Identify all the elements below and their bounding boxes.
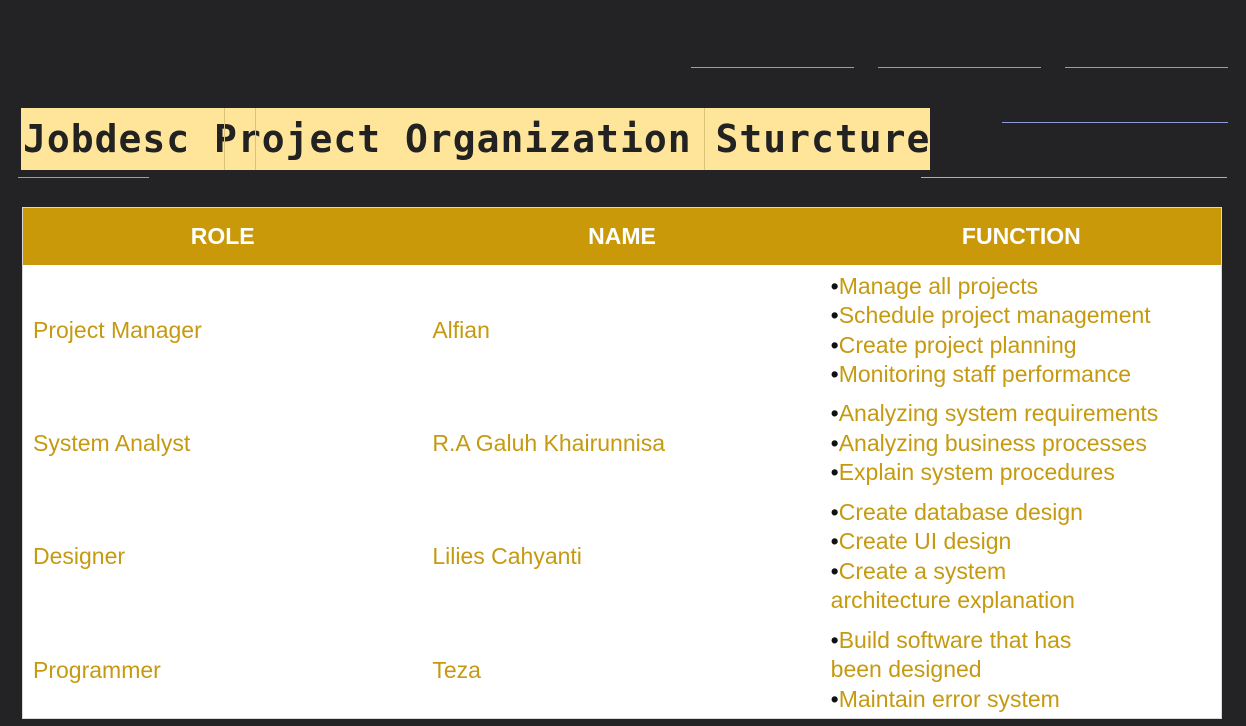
- function-list: •Analyzing system requirements •Analyzin…: [831, 399, 1215, 488]
- name-cell: Lilies Cahyanti: [432, 543, 582, 569]
- title-separator: [255, 108, 256, 170]
- bullet-icon: •: [830, 302, 839, 328]
- bullet-icon: •: [830, 685, 839, 712]
- function-item: •Analyzing system requirements: [830, 400, 1159, 427]
- function-item: •Monitoring staff performance: [830, 361, 1132, 387]
- table-row: Designer Lilies Cahyanti •Create databas…: [23, 491, 1221, 622]
- header-role: ROLE: [23, 208, 423, 265]
- role-cell: Project Manager: [33, 317, 202, 343]
- decorative-line: [1002, 122, 1228, 123]
- function-cell: •Build software that has been designed •…: [822, 622, 1221, 718]
- function-item: •Schedule project management: [830, 302, 1151, 328]
- title-separator: [224, 108, 225, 170]
- bullet-icon: •: [830, 459, 839, 486]
- decorative-line: [1065, 67, 1228, 68]
- bullet-icon: •: [830, 528, 839, 554]
- function-cell: •Create database design •Create UI desig…: [822, 491, 1221, 622]
- role-cell: System Analyst: [33, 430, 191, 456]
- header-function: FUNCTION: [821, 208, 1221, 265]
- table-header-row: ROLE NAME FUNCTION: [23, 208, 1221, 265]
- role-cell: Designer: [33, 543, 126, 569]
- function-item: •Maintain error system: [830, 685, 1060, 712]
- name-cell: Alfian: [432, 317, 490, 343]
- decorative-line: [18, 177, 149, 178]
- decorative-line: [921, 177, 1227, 178]
- function-item: •Create UI design: [830, 528, 1012, 554]
- function-item: •Create a system architecture explanatio…: [830, 557, 1075, 614]
- bullet-icon: •: [830, 331, 839, 358]
- bullet-icon: •: [830, 361, 839, 387]
- function-list: •Manage all projects •Schedule project m…: [831, 272, 1215, 390]
- function-list: •Build software that has been designed •…: [831, 626, 1215, 715]
- function-list: •Create database design •Create UI desig…: [831, 498, 1215, 616]
- header-name: NAME: [422, 208, 822, 265]
- function-cell: •Analyzing system requirements •Analyzin…: [822, 396, 1221, 491]
- bullet-icon: •: [830, 626, 839, 653]
- role-cell: Programmer: [33, 656, 161, 683]
- function-item: •Analyzing business processes: [830, 429, 1147, 456]
- function-item: •Manage all projects: [830, 272, 1039, 299]
- bullet-icon: •: [830, 429, 839, 456]
- name-cell: Teza: [432, 656, 481, 683]
- bullet-icon: •: [830, 557, 839, 584]
- function-cell: •Manage all projects •Schedule project m…: [822, 265, 1221, 396]
- function-item: •Create project planning: [830, 331, 1077, 358]
- table-row: Programmer Teza •Build software that has…: [23, 622, 1221, 718]
- page-title: Jobdesc Project Organization Sturcture: [23, 117, 931, 161]
- function-item: •Create database design: [830, 498, 1083, 525]
- jobdesc-table: ROLE NAME FUNCTION Project Manager Alfia…: [22, 207, 1222, 719]
- table-row: System Analyst R.A Galuh Khairunnisa •An…: [23, 396, 1221, 491]
- decorative-line: [878, 67, 1041, 68]
- bullet-icon: •: [830, 498, 839, 525]
- function-item: •Build software that has been designed: [830, 626, 1072, 683]
- bullet-icon: •: [830, 272, 839, 299]
- decorative-line: [691, 67, 854, 68]
- table-row: Project Manager Alfian •Manage all proje…: [23, 265, 1221, 396]
- function-item: •Explain system procedures: [830, 459, 1115, 486]
- name-cell: R.A Galuh Khairunnisa: [432, 430, 666, 456]
- bullet-icon: •: [830, 400, 839, 427]
- title-separator: [704, 108, 705, 170]
- title-highlight: Jobdesc Project Organization Sturcture: [21, 108, 930, 170]
